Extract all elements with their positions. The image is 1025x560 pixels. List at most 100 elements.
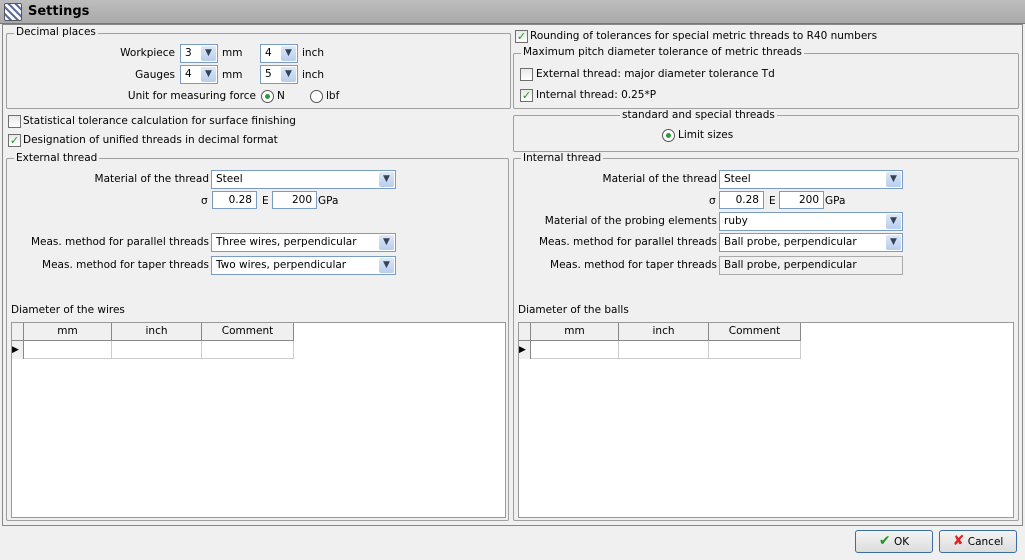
force-lbf-radio[interactable]: [310, 90, 323, 103]
internal-025p-label: Internal thread: 0.25*P: [536, 89, 657, 101]
checkmark-icon: ✔: [878, 533, 891, 549]
workpiece-mm-value: 3: [185, 47, 192, 59]
int-taper-label: Meas. method for taper threads: [550, 259, 717, 271]
ext-taper-value: Two wires, perpendicular: [216, 259, 347, 271]
workpiece-inch-value: 4: [265, 47, 272, 59]
int-parallel-select[interactable]: Ball probe, perpendicular ▼: [719, 233, 903, 252]
external-td-checkbox[interactable]: [520, 68, 533, 81]
table-cell[interactable]: [112, 341, 202, 359]
row-header-corner: [12, 323, 24, 341]
int-taper-field: Ball probe, perpendicular: [719, 256, 903, 275]
chevron-down-icon: ▼: [201, 67, 216, 82]
gauges-inch-value: 5: [265, 68, 272, 80]
int-material-select[interactable]: Steel ▼: [719, 170, 903, 189]
external-thread-legend: External thread: [14, 152, 100, 164]
int-taper-value: Ball probe, perpendicular: [724, 259, 857, 271]
force-n-label: N: [277, 90, 285, 102]
ext-material-value: Steel: [216, 173, 243, 185]
mm-unit-label: mm: [222, 47, 243, 59]
specification-legend: standard and special threads: [620, 109, 777, 121]
ext-material-select[interactable]: Steel ▼: [211, 170, 396, 189]
int-parallel-value: Ball probe, perpendicular: [724, 236, 857, 248]
ext-sigma-input[interactable]: 0.28: [212, 191, 257, 209]
column-header-mm[interactable]: mm: [24, 323, 112, 341]
int-parallel-label: Meas. method for parallel threads: [538, 236, 717, 248]
gauges-mm-select[interactable]: 4 ▼: [180, 65, 218, 84]
table-cell[interactable]: [619, 341, 709, 359]
column-header-inch[interactable]: inch: [112, 323, 202, 341]
internal-025p-checkbox[interactable]: ✓: [520, 89, 533, 102]
rounding-checkbox[interactable]: ✓: [515, 30, 528, 43]
int-probing-select[interactable]: ruby ▼: [719, 212, 903, 231]
balls-table[interactable]: mm inch Comment ▶: [518, 322, 1014, 518]
ext-e-input[interactable]: 200: [272, 191, 317, 209]
ext-taper-select[interactable]: Two wires, perpendicular ▼: [211, 256, 396, 275]
ext-parallel-value: Three wires, perpendicular: [216, 236, 357, 248]
column-header-comment[interactable]: Comment: [202, 323, 294, 341]
int-e-input[interactable]: 200: [779, 191, 824, 209]
cancel-button[interactable]: ✘ Cancel: [939, 530, 1017, 553]
decimal-places-group: [6, 33, 511, 109]
force-unit-label: Unit for measuring force: [127, 90, 256, 102]
gauges-mm-value: 4: [185, 68, 192, 80]
int-sigma-label: σ: [709, 195, 716, 207]
int-material-label: Material of the thread: [602, 173, 717, 185]
pitch-tolerance-legend: Maximum pitch diameter tolerance of metr…: [521, 46, 804, 58]
force-lbf-label: lbf: [326, 90, 340, 102]
column-header-inch[interactable]: inch: [619, 323, 709, 341]
ext-sigma-label: σ: [201, 195, 208, 207]
column-header-comment[interactable]: Comment: [709, 323, 801, 341]
external-td-label: External thread: major diameter toleranc…: [536, 68, 775, 80]
statistical-label: Statistical tolerance calculation for su…: [23, 115, 296, 127]
wires-table[interactable]: mm inch Comment ▶: [11, 322, 506, 518]
chevron-down-icon: ▼: [281, 46, 296, 61]
int-material-value: Steel: [724, 173, 751, 185]
ext-gpa-label: GPa: [318, 195, 339, 207]
limit-sizes-label: Limit sizes: [678, 129, 734, 141]
chevron-down-icon: ▼: [886, 235, 901, 250]
cancel-label: Cancel: [967, 536, 1004, 548]
gauges-inch-select[interactable]: 5 ▼: [260, 65, 298, 84]
int-e-label: E: [769, 195, 776, 207]
chevron-down-icon: ▼: [379, 172, 394, 187]
ext-material-label: Material of the thread: [94, 173, 209, 185]
ok-button[interactable]: ✔ OK: [855, 530, 933, 553]
inch-unit-label: inch: [302, 47, 324, 59]
chevron-down-icon: ▼: [886, 214, 901, 229]
ext-parallel-select[interactable]: Three wires, perpendicular ▼: [211, 233, 396, 252]
limit-sizes-radio[interactable]: [662, 129, 675, 142]
gauges-label: Gauges: [135, 69, 175, 81]
statistical-checkbox[interactable]: [8, 115, 21, 128]
row-header-corner: [519, 323, 531, 341]
wires-table-title: Diameter of the wires: [11, 304, 125, 316]
workpiece-label: Workpiece: [120, 47, 175, 59]
chevron-down-icon: ▼: [201, 46, 216, 61]
column-header-mm[interactable]: mm: [531, 323, 619, 341]
table-cell[interactable]: [24, 341, 112, 359]
cross-icon: ✘: [952, 533, 965, 549]
int-sigma-input[interactable]: 0.28: [719, 191, 764, 209]
int-gpa-label: GPa: [825, 195, 846, 207]
workpiece-inch-select[interactable]: 4 ▼: [260, 44, 298, 63]
chevron-down-icon: ▼: [886, 172, 901, 187]
ext-taper-label: Meas. method for taper threads: [42, 259, 209, 271]
chevron-down-icon: ▼: [379, 258, 394, 273]
int-probing-value: ruby: [724, 215, 748, 227]
balls-table-title: Diameter of the balls: [518, 304, 629, 316]
table-cell[interactable]: [709, 341, 801, 359]
app-icon: [4, 3, 22, 21]
rounding-label: Rounding of tolerances for special metri…: [530, 30, 878, 42]
table-cell[interactable]: [531, 341, 619, 359]
unified-label: Designation of unified threads in decima…: [23, 134, 278, 146]
window-title: Settings: [28, 4, 90, 19]
internal-thread-legend: Internal thread: [521, 152, 604, 164]
chevron-down-icon: ▼: [379, 235, 394, 250]
force-n-radio[interactable]: [261, 90, 274, 103]
inch-unit-label: inch: [302, 69, 324, 81]
workpiece-mm-select[interactable]: 3 ▼: [180, 44, 218, 63]
table-cell[interactable]: [202, 341, 294, 359]
decimal-places-legend: Decimal places: [14, 26, 98, 38]
row-indicator-icon: ▶: [519, 341, 531, 359]
row-indicator-icon: ▶: [12, 341, 24, 359]
unified-checkbox[interactable]: ✓: [8, 134, 21, 147]
